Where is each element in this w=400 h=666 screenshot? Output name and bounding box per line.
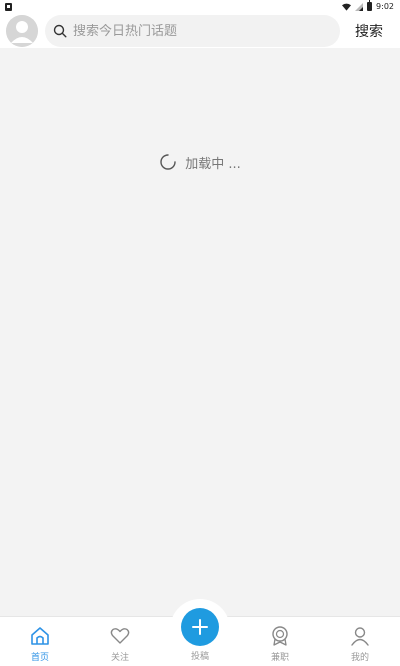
badge-icon [272,626,288,646]
nav-home-label: 首页 [30,653,49,663]
status-right: 9:02 [342,0,394,11]
header: 搜索 [0,13,400,48]
user-icon [351,627,369,646]
loading-text: 加载中 ... [185,156,241,172]
nav-parttime[interactable]: 兼职 [240,617,320,666]
heart-icon [110,628,130,644]
nav-follow[interactable]: 关注 [80,617,160,666]
nav-home[interactable]: 首页 [0,617,80,666]
publish-button[interactable] [181,608,219,646]
bottom-nav: 首页 关注 投稿 兼职 我的 [0,599,400,666]
status-left [5,2,12,11]
nav-parttime-label: 兼职 [270,653,289,663]
spinner-icon [160,154,176,170]
avatar[interactable] [6,15,38,47]
battery-icon [367,0,373,11]
wifi-icon [342,3,352,11]
search-box[interactable] [45,15,340,47]
nav-publish-label[interactable]: 投稿 [170,649,230,662]
search-input[interactable] [73,23,313,39]
search-icon [53,24,67,38]
home-icon [31,627,49,645]
search-button[interactable]: 搜索 [346,15,392,47]
clock: 9:02 [376,2,394,11]
nav-mine[interactable]: 我的 [320,617,400,666]
avatar-placeholder-icon [6,15,38,47]
plus-icon [192,619,208,635]
nav-mine-label: 我的 [350,653,369,663]
notification-icon [5,2,12,11]
loading-indicator: 加载中 ... [0,151,400,173]
status-bar: 9:02 [0,0,400,13]
signal-icon [355,2,364,11]
app-screen: 9:02 搜索 加载中 ... [0,0,400,666]
nav-follow-label: 关注 [110,653,129,663]
